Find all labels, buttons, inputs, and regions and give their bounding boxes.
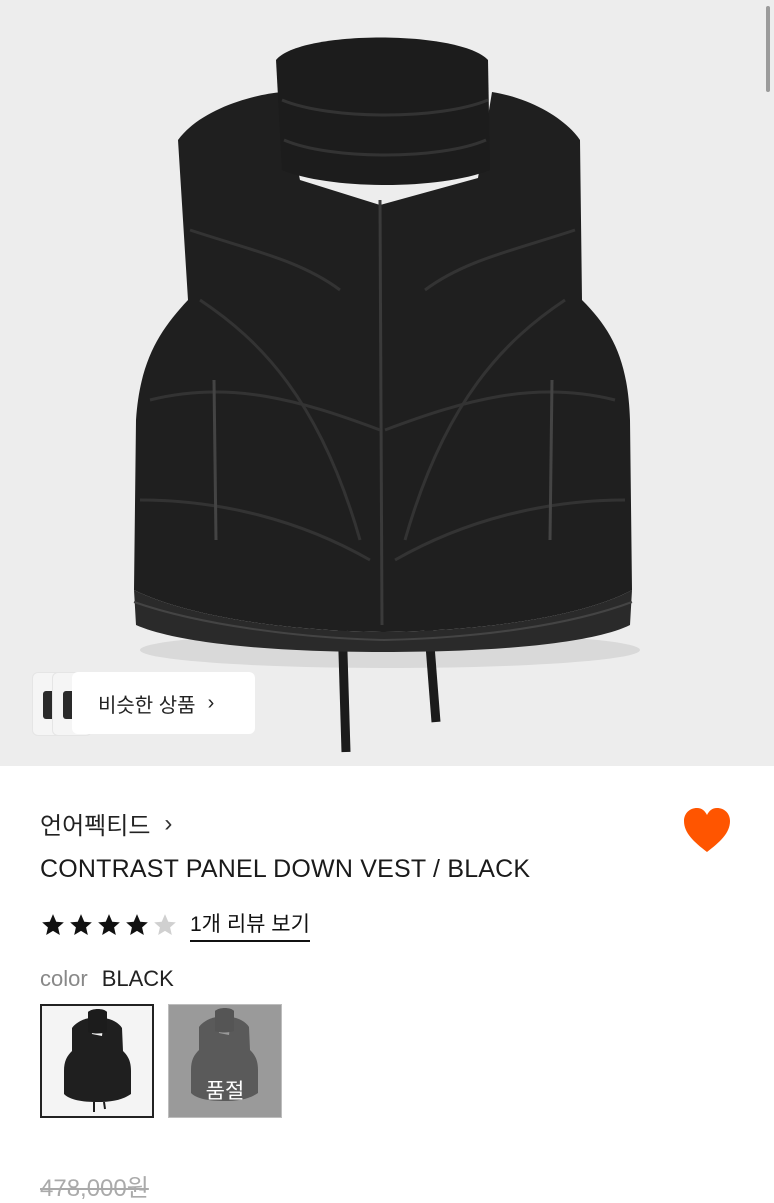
sold-out-label: 품절 (205, 1080, 245, 1103)
star-rating (40, 912, 178, 938)
star-filled-icon (42, 914, 64, 935)
similar-products-pill[interactable]: 비슷한 상품 › (72, 672, 255, 734)
star-filled-icon (98, 914, 120, 935)
scrollbar[interactable] (766, 6, 770, 92)
color-swatch-black[interactable] (40, 1004, 154, 1118)
chevron-right-icon: › (207, 691, 215, 714)
star-empty-icon (154, 914, 176, 935)
color-value: BLACK (101, 966, 174, 991)
product-photo-vest (133, 37, 640, 753)
color-swatch-grey[interactable]: 품절 (168, 1004, 282, 1118)
chevron-right-icon: › (164, 809, 173, 837)
original-price: 478,000원 (40, 1175, 149, 1202)
star-filled-icon (126, 914, 148, 935)
heart-icon[interactable] (682, 806, 732, 854)
review-link[interactable]: 1개 리뷰 보기 (190, 908, 310, 942)
brand-name: 언어펙티드 (40, 813, 151, 840)
color-label: color (40, 966, 88, 991)
swatch-vest-image (64, 1009, 131, 1112)
star-filled-icon (70, 914, 92, 935)
product-image-area[interactable]: 비슷한 상품 › (0, 0, 774, 766)
similar-products-label: 비슷한 상품 (98, 694, 196, 717)
color-option-row: color BLACK (40, 966, 174, 992)
brand-link[interactable]: 언어펙티드 › (40, 806, 172, 841)
similar-products-button[interactable]: 비슷한 상품 › (32, 672, 255, 736)
product-title: CONTRAST PANEL DOWN VEST / BLACK (40, 855, 531, 883)
rating-row: 1개 리뷰 보기 (40, 908, 310, 942)
